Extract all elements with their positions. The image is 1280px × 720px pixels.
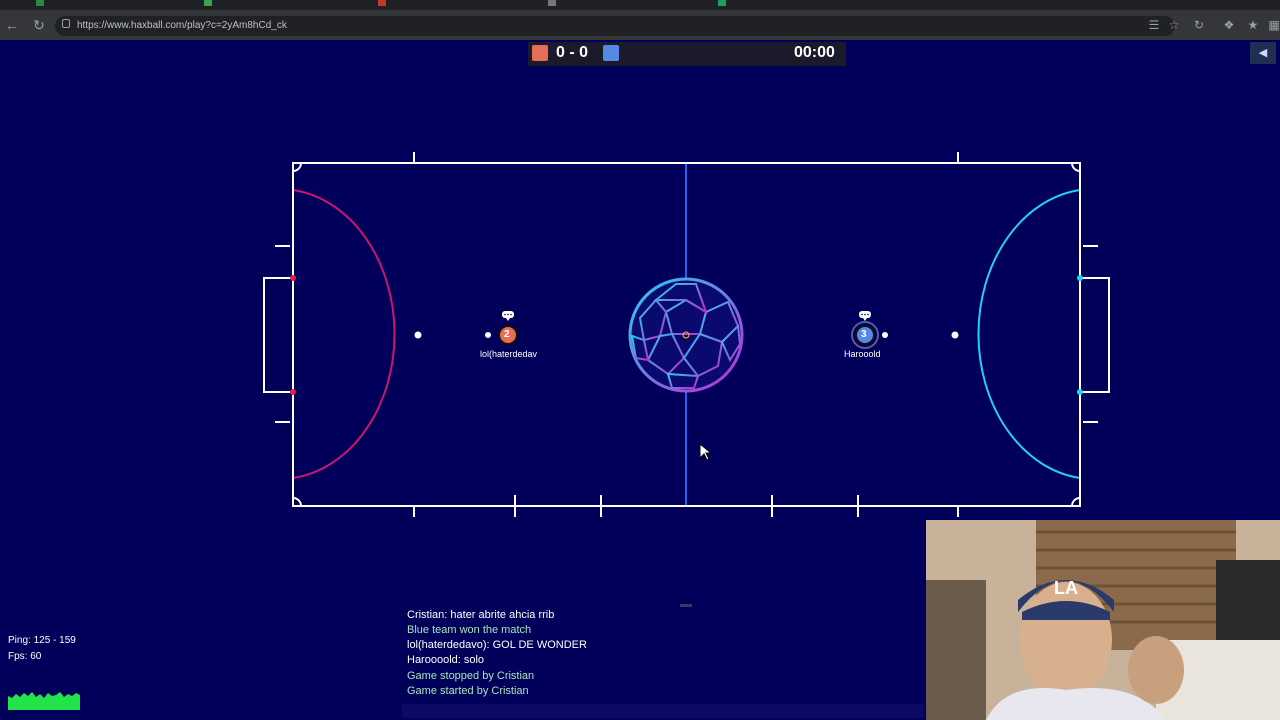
webcam-feed: LA — [926, 520, 1280, 720]
chat-system-message: Blue team won the match — [407, 624, 532, 636]
blue-player-number: 3 — [861, 329, 867, 340]
fps-graph — [8, 688, 80, 710]
blue-player-name: Harooold — [844, 349, 881, 359]
goal-post — [290, 389, 296, 395]
red-player-name: lol(haterdedav — [480, 349, 538, 359]
match-timer: 00:00 — [794, 44, 835, 61]
red-team-badge — [532, 45, 548, 61]
goal-post — [1077, 275, 1083, 281]
chat-message: Cristian: hater abrite ahcia rrib — [407, 609, 555, 621]
penalty-spot — [414, 331, 422, 339]
chat-resize-handle[interactable] — [680, 604, 692, 607]
goal-post — [1077, 389, 1083, 395]
sound-toggle-icon[interactable]: ◀ — [1250, 42, 1276, 64]
chat-message: lol(haterdedavo): GOL DE WONDER — [407, 639, 587, 651]
red-penalty-area — [292, 189, 396, 479]
red-player — [485, 325, 518, 345]
chat-system-message: Game started by Cristian — [407, 685, 529, 697]
penalty-spot — [951, 331, 959, 339]
webcam-overlay: LA — [926, 520, 1280, 720]
blue-penalty-area — [977, 189, 1081, 479]
mouse-cursor-icon — [699, 442, 713, 461]
corner-arc — [1071, 497, 1081, 507]
blue-player — [851, 321, 888, 349]
fps-readout: Fps: 60 — [8, 651, 42, 662]
chat-input[interactable] — [402, 704, 924, 718]
ball — [628, 277, 744, 393]
chat-system-message: Game stopped by Cristian — [407, 670, 535, 682]
corner-arc — [292, 162, 302, 172]
blue-team-badge — [603, 45, 619, 61]
red-player-number: 2 — [504, 329, 510, 340]
ping-readout: Ping: 125 - 159 — [8, 635, 76, 646]
svg-text:LA: LA — [1054, 578, 1078, 598]
corner-arc — [292, 497, 302, 507]
score-display: 0 - 0 — [556, 44, 589, 61]
goal-post — [290, 275, 296, 281]
right-goal — [1080, 277, 1110, 393]
chat-message: Haroooold: solo — [407, 654, 485, 666]
corner-arc — [1071, 162, 1081, 172]
left-goal — [263, 277, 293, 393]
